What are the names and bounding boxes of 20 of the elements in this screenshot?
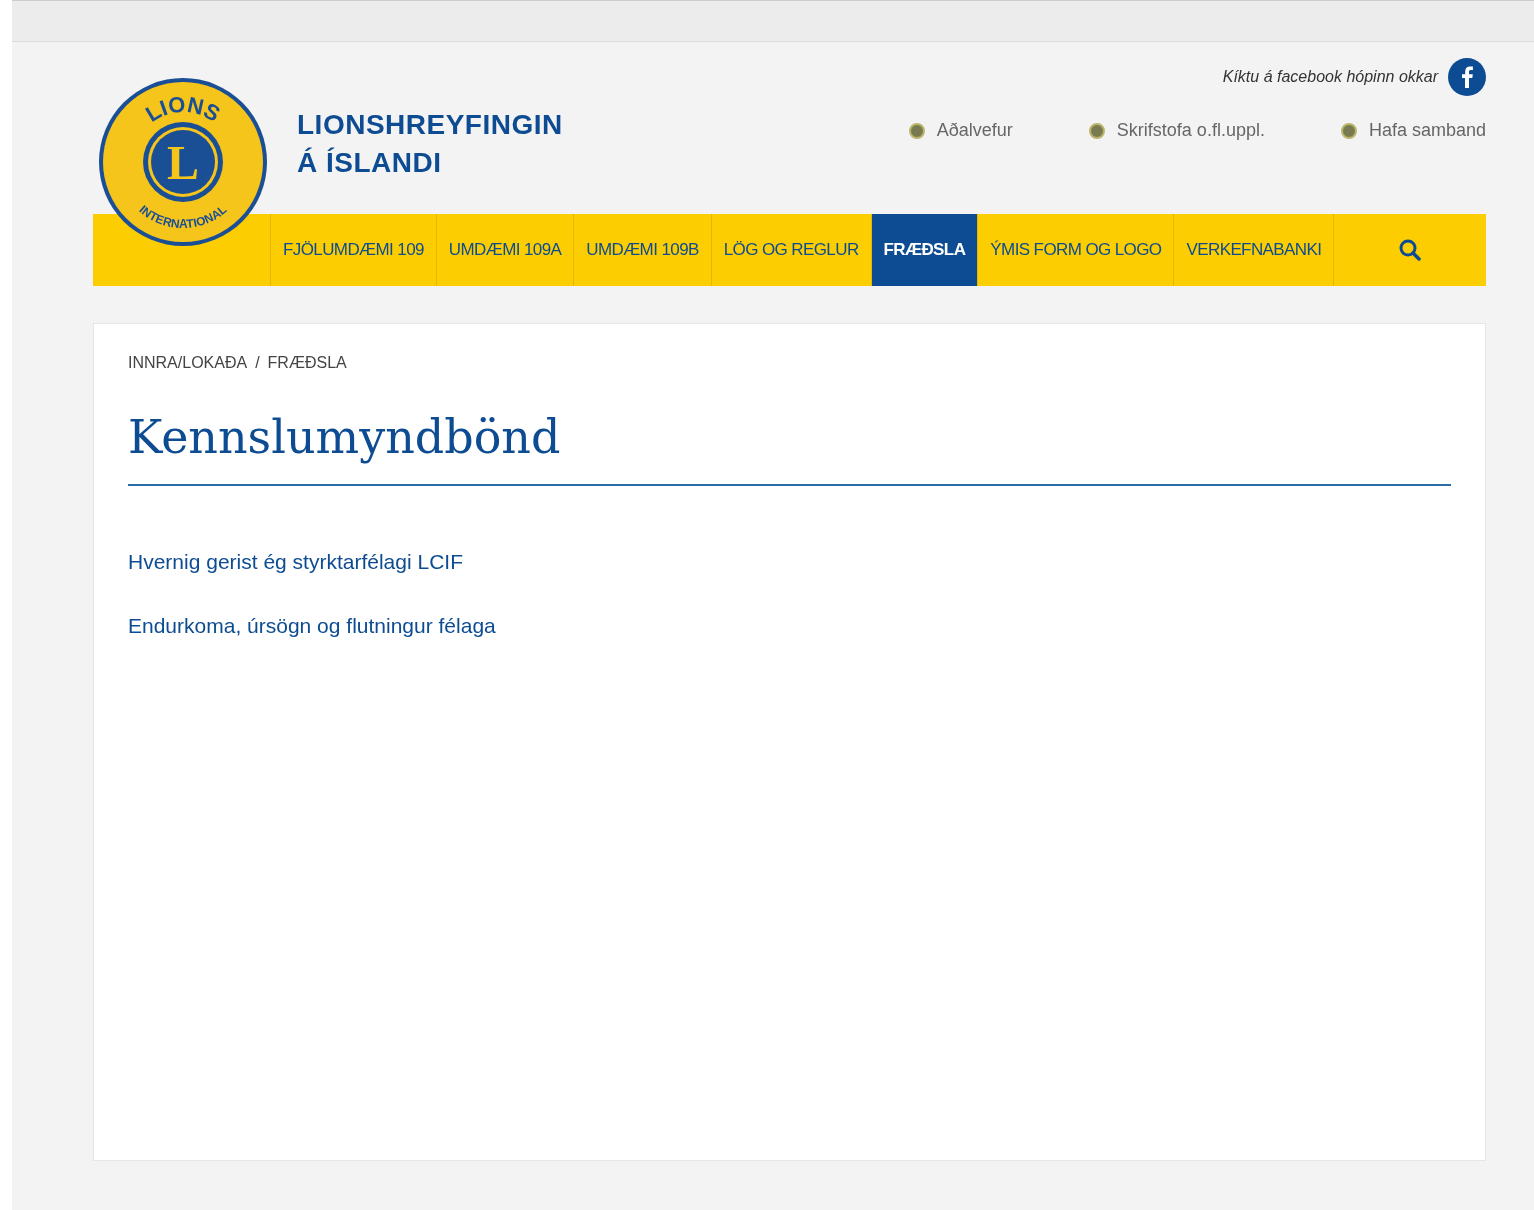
nav-tab[interactable]: UMDÆMI 109A <box>436 214 575 286</box>
nav-tab[interactable]: LÖG OG REGLUR <box>711 214 872 286</box>
video-link[interactable]: Hvernig gerist ég styrktarfélagi LCIF <box>128 550 463 574</box>
top-link[interactable]: Hafa samband <box>1340 120 1486 141</box>
nav-tab[interactable]: VERKEFNABANKI <box>1174 214 1335 286</box>
nav-tab[interactable]: FJÖLUMDÆMI 109 <box>271 214 437 286</box>
top-link[interactable]: Skrifstofa o.fl.uppl. <box>1088 120 1265 141</box>
video-link[interactable]: Endurkoma, úrsögn og flutningur félaga <box>128 614 496 638</box>
page-heading: Kennslumyndbönd <box>128 410 1451 486</box>
facebook-link[interactable]: Kíktu á facebook hópinn okkar <box>1222 68 1438 86</box>
breadcrumb-link[interactable]: INNRA/LOKAÐA <box>128 354 248 372</box>
top-link[interactable]: Aðalvefur <box>908 120 1013 141</box>
nav-tab[interactable]: FRÆÐSLA <box>871 214 979 286</box>
nav-tab[interactable]: ÝMIS FORM OG LOGO <box>978 214 1175 286</box>
nav-tab[interactable]: UMDÆMI 109B <box>574 214 712 286</box>
breadcrumb-separator: / <box>255 354 260 372</box>
site-title[interactable]: LIONSHREYFINGIN Á ÍSLANDI <box>297 106 563 182</box>
breadcrumb-link[interactable]: FRÆÐSLA <box>267 354 347 372</box>
facebook-icon[interactable] <box>1448 58 1486 96</box>
search-icon[interactable] <box>1398 238 1423 262</box>
